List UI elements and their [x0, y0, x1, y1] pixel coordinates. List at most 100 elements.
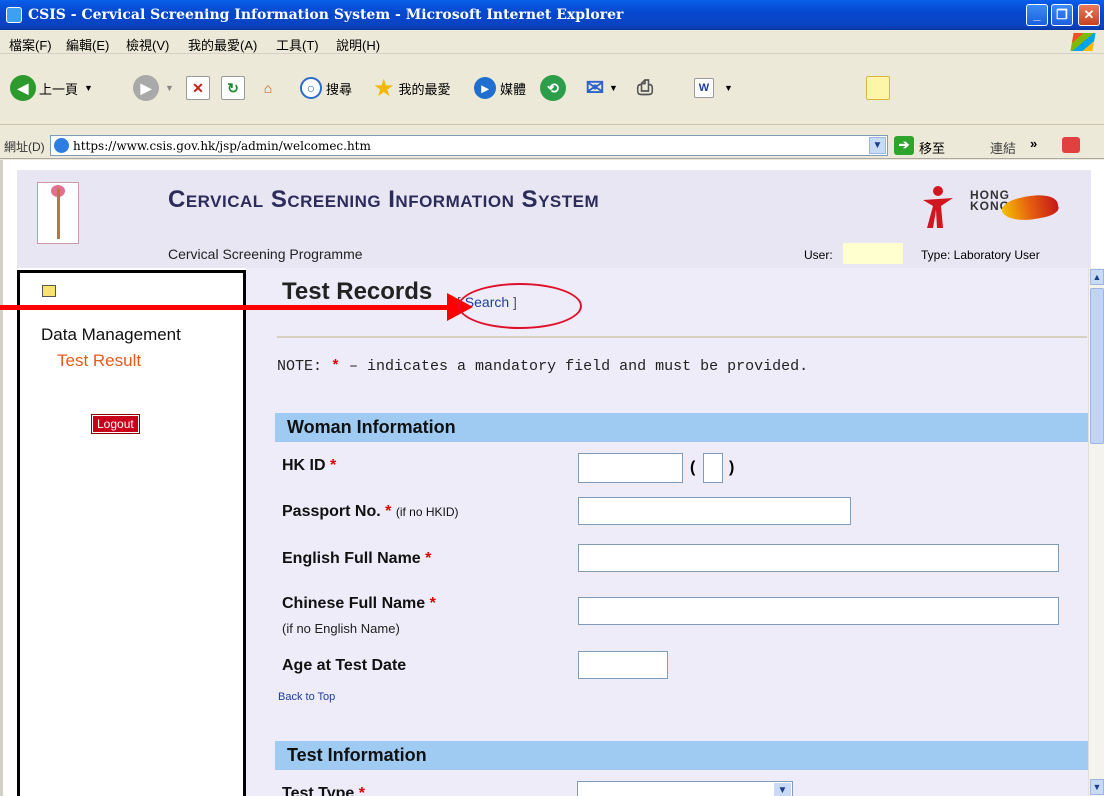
links-button[interactable]: 連結 [990, 138, 1016, 157]
site-header: Cervical Screening Information System Ce… [17, 170, 1091, 268]
window-title-bar: CSIS - Cervical Screening Information Sy… [0, 0, 1104, 30]
page-content: Cervical Screening Information System Ce… [0, 160, 1104, 796]
hkid-input[interactable] [578, 453, 683, 483]
annotation-arrow-line [0, 305, 450, 310]
search-label: 搜尋 [326, 81, 353, 97]
dropdown-arrow-icon[interactable]: ▼ [774, 783, 791, 796]
chinese-name-label: Chinese Full Name * [282, 595, 436, 612]
favorites-button[interactable]: ★ 我的最愛 [373, 74, 451, 102]
media-label: 媒體 [500, 81, 527, 97]
english-name-input[interactable] [578, 544, 1059, 572]
address-input[interactable]: https://www.csis.gov.hk/jsp/admin/welcom… [50, 135, 888, 156]
hkid-check-digit-input[interactable] [703, 453, 723, 483]
passport-label: Passport No. * (if no HKID) [282, 503, 459, 520]
test-information-header: Test Information [275, 741, 1089, 770]
home-button[interactable]: ⌂ [256, 75, 280, 101]
history-button[interactable]: ⟲ [540, 75, 566, 101]
note-icon [866, 76, 890, 100]
printer-icon: ⎙ [637, 76, 653, 99]
history-icon: ⟲ [540, 75, 566, 101]
paren-open: ( [690, 459, 696, 476]
mail-button[interactable]: ✉ ▼ [583, 75, 618, 101]
browser-toolbar: ◀ 上一頁 ▼ ▶ ▼ ✕ ↻ ⌂ ○ 搜尋 ★ 我的最愛 ▸ 媒體 ⟲ ✉ ▼… [0, 55, 1104, 125]
messenger-button[interactable] [866, 75, 890, 101]
scroll-up-icon[interactable]: ▲ [1090, 269, 1104, 285]
word-icon: W [694, 78, 714, 98]
menu-bar: 檔案(F) 編輯(E) 檢視(V) 我的最愛(A) 工具(T) 說明(H) [0, 30, 1104, 54]
favorites-label: 我的最愛 [398, 81, 451, 97]
page-title: Test Records [282, 278, 433, 305]
search-button[interactable]: ○ 搜尋 [300, 75, 352, 101]
annotation-highlight-ellipse [458, 283, 582, 329]
back-to-top-link[interactable]: Back to Top [278, 691, 335, 703]
forward-button[interactable]: ▶ ▼ [133, 75, 174, 101]
back-arrow-icon: ◀ [10, 75, 36, 101]
scroll-down-icon[interactable]: ▼ [1090, 779, 1104, 795]
close-button[interactable]: ✕ [1078, 4, 1100, 26]
main-panel: Test Records [ Search ] NOTE: * – indica… [246, 268, 1091, 796]
mandatory-note: NOTE: * – indicates a mandatory field an… [277, 358, 809, 375]
menu-edit[interactable]: 編輯(E) [66, 35, 109, 54]
dropdown-arrow-icon[interactable]: ▼ [724, 83, 733, 93]
chinese-name-input[interactable] [578, 597, 1059, 625]
sidebar-nav: Data Management Test Result Logout [17, 270, 246, 796]
star-icon: ★ [373, 74, 395, 102]
sidebar-item-data-management[interactable]: Data Management [41, 325, 181, 345]
menu-favorites[interactable]: 我的最愛(A) [188, 35, 257, 54]
go-button[interactable]: 移至 [919, 138, 945, 157]
mail-icon: ✉ [585, 75, 605, 100]
programme-name: Cervical Screening Programme [168, 246, 363, 262]
english-name-label: English Full Name * [282, 550, 432, 567]
media-button[interactable]: ▸ 媒體 [474, 75, 526, 101]
windows-logo-icon [1070, 33, 1096, 51]
print-button[interactable]: ⎙ [633, 75, 657, 101]
menu-tools[interactable]: 工具(T) [276, 35, 319, 54]
back-button[interactable]: ◀ 上一頁 ▼ [10, 75, 93, 101]
dropdown-arrow-icon[interactable]: ▼ [165, 83, 174, 93]
minimize-button[interactable]: _ [1026, 4, 1048, 26]
menu-view[interactable]: 檢視(V) [126, 35, 169, 54]
sidebar-item-test-result[interactable]: Test Result [57, 351, 141, 371]
home-icon: ⌂ [263, 80, 273, 96]
age-label: Age at Test Date [282, 657, 407, 674]
address-bar: 網址(D) https://www.csis.gov.hk/jsp/admin/… [0, 133, 1104, 159]
forward-arrow-icon: ▶ [133, 75, 159, 101]
translate-icon[interactable] [1062, 137, 1080, 153]
ie-page-icon [54, 138, 69, 153]
hkid-label: HK ID * [282, 457, 337, 474]
menu-help[interactable]: 說明(H) [336, 35, 380, 54]
back-label: 上一頁 [39, 81, 79, 97]
age-input[interactable] [578, 651, 668, 679]
refresh-button[interactable]: ↻ [221, 75, 245, 101]
chevron-icon[interactable]: » [1030, 136, 1037, 151]
address-dropdown-icon[interactable]: ▼ [869, 137, 886, 154]
test-type-label: Test Type * [282, 785, 365, 796]
passport-input[interactable] [578, 497, 851, 525]
media-icon: ▸ [474, 77, 496, 99]
user-label: User: [804, 248, 833, 262]
programme-logo [37, 182, 79, 244]
test-type-select[interactable]: ▼ [577, 781, 793, 796]
page-scrollbar[interactable]: ▲ ▼ [1088, 268, 1104, 796]
user-type: Type: Laboratory User [921, 248, 1040, 262]
logout-button[interactable]: Logout [91, 414, 140, 434]
menu-file[interactable]: 檔案(F) [9, 35, 52, 54]
site-title: Cervical Screening Information System [168, 186, 600, 213]
dropdown-arrow-icon[interactable]: ▼ [84, 83, 93, 93]
chinese-name-hint: (if no English Name) [282, 621, 400, 636]
scrollbar-thumb[interactable] [1090, 288, 1104, 444]
address-url[interactable]: https://www.csis.gov.hk/jsp/admin/welcom… [73, 139, 371, 153]
go-arrow-icon[interactable]: ➔ [894, 136, 914, 155]
woman-information-header: Woman Information [275, 413, 1089, 442]
window-title: CSIS - Cervical Screening Information Sy… [28, 7, 624, 23]
stop-icon: ✕ [186, 76, 210, 100]
maximize-button[interactable]: ❐ [1051, 4, 1073, 26]
stop-button[interactable]: ✕ [186, 75, 210, 101]
refresh-icon: ↻ [221, 76, 245, 100]
divider [277, 336, 1087, 338]
ie-app-icon [6, 7, 22, 23]
folder-up-icon[interactable] [42, 285, 56, 297]
address-label: 網址(D) [4, 140, 45, 154]
dropdown-arrow-icon[interactable]: ▼ [609, 83, 618, 93]
word-button[interactable]: W ▼ [694, 75, 733, 101]
